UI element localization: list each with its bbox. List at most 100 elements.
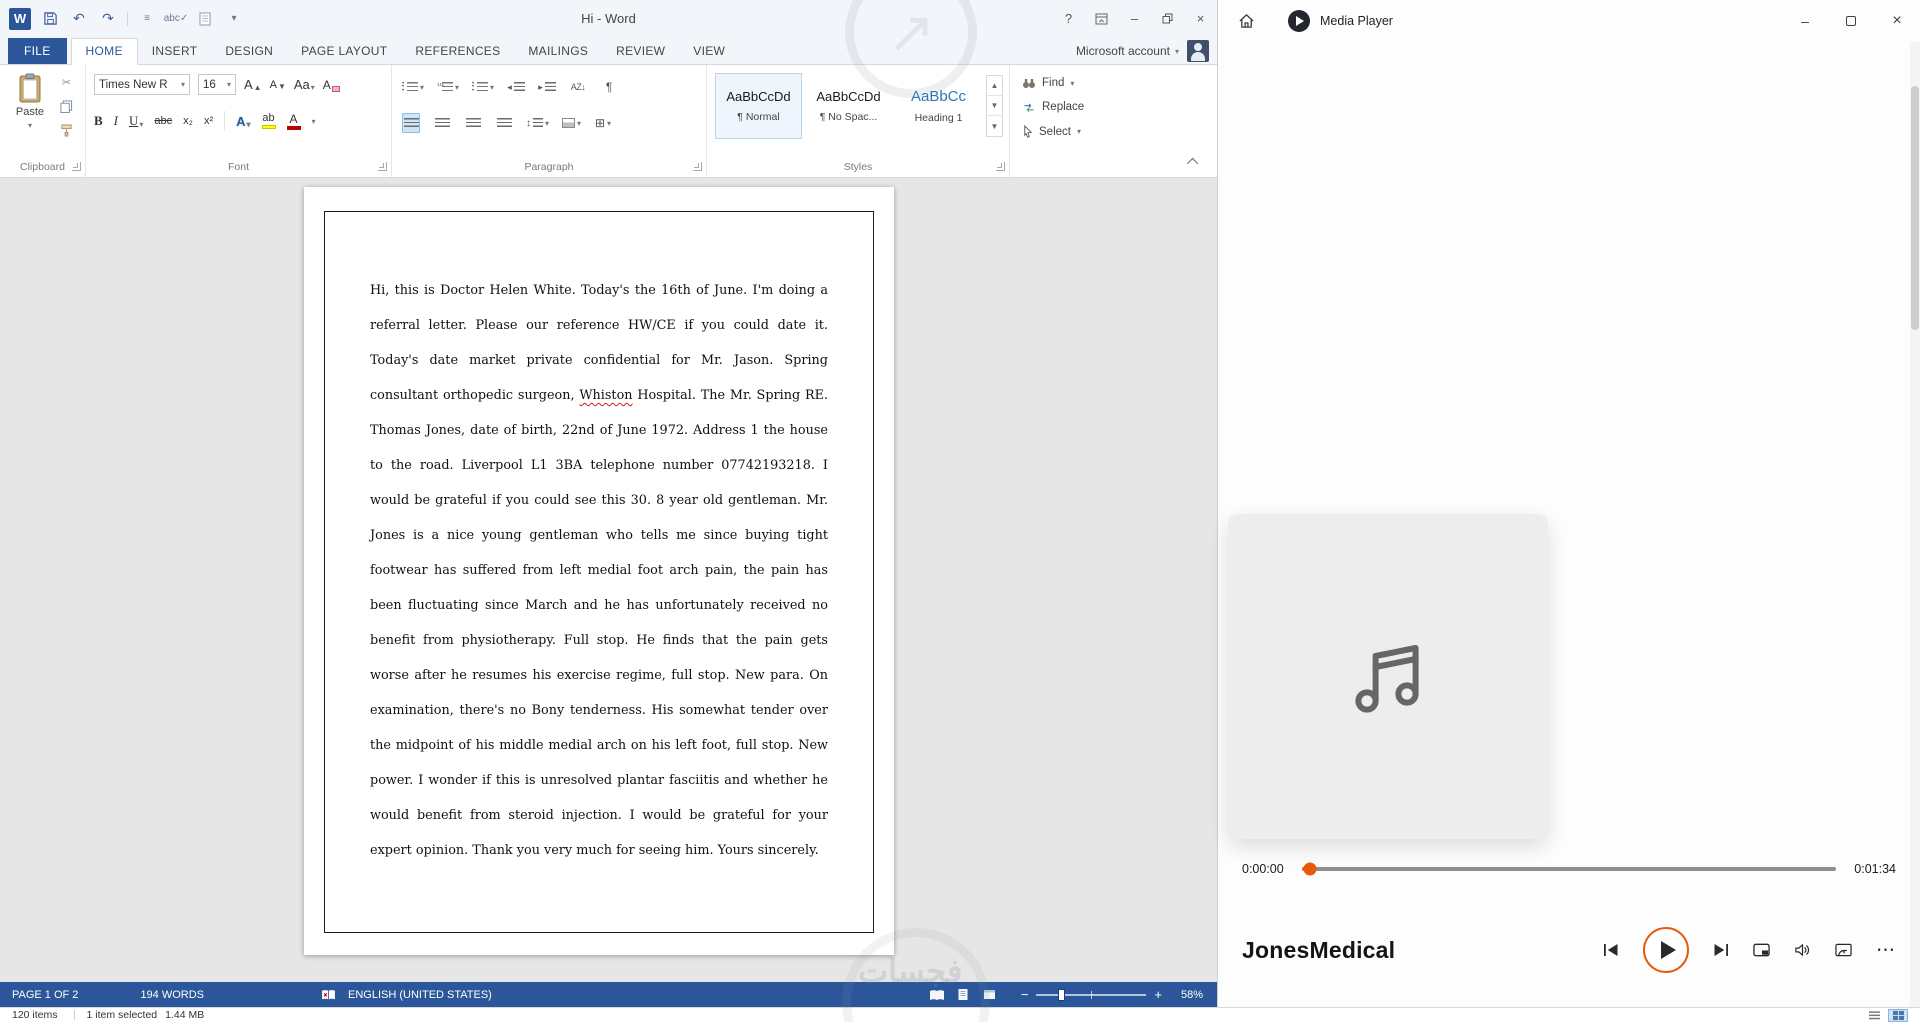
style-normal[interactable]: AaBbCcDd ¶ Normal bbox=[715, 73, 802, 139]
styles-scroll-down-icon[interactable]: ▼ bbox=[987, 96, 1002, 116]
tab-design[interactable]: DESIGN bbox=[211, 39, 287, 64]
close-icon[interactable]: × bbox=[1874, 0, 1920, 42]
font-size-select[interactable]: 16 ▾ bbox=[198, 74, 236, 95]
document-icon[interactable] bbox=[195, 9, 215, 29]
page-indicator[interactable]: PAGE 1 OF 2 bbox=[6, 989, 84, 1001]
dialog-launcher-icon[interactable] bbox=[378, 162, 387, 171]
undo-icon[interactable]: ↶ bbox=[69, 9, 89, 29]
borders-button[interactable]: ⊞ ▾ bbox=[594, 113, 612, 133]
maximize-icon[interactable] bbox=[1828, 0, 1874, 42]
tab-home[interactable]: HOME bbox=[70, 38, 138, 65]
shrink-font-button[interactable]: A ▼ bbox=[270, 79, 286, 91]
numbering-button[interactable]: ▾ bbox=[437, 77, 459, 97]
proofing-errors-icon[interactable] bbox=[315, 989, 342, 1001]
previous-track-icon[interactable] bbox=[1603, 943, 1619, 957]
bullet-list-icon[interactable]: ≡ bbox=[137, 9, 157, 29]
zoom-out-icon[interactable]: − bbox=[1021, 988, 1029, 1001]
justify-button[interactable] bbox=[495, 113, 513, 133]
style-no-spacing[interactable]: AaBbCcDd ¶ No Spac... bbox=[805, 73, 892, 139]
minimize-icon[interactable]: – bbox=[1782, 0, 1828, 42]
cast-icon[interactable] bbox=[1835, 943, 1852, 957]
seek-slider[interactable] bbox=[1302, 862, 1836, 876]
scrollbar[interactable] bbox=[1910, 42, 1920, 1007]
text-effects-button[interactable]: A ▾ bbox=[236, 114, 250, 129]
multilevel-list-button[interactable]: ▾ bbox=[472, 77, 494, 97]
word-app-icon[interactable]: W bbox=[9, 7, 31, 30]
play-button[interactable] bbox=[1643, 927, 1689, 973]
clear-formatting-button[interactable]: A bbox=[323, 78, 340, 92]
decrease-indent-button[interactable]: ◂ bbox=[507, 77, 525, 97]
details-view-icon[interactable] bbox=[1864, 1009, 1884, 1022]
bullets-button[interactable]: ▾ bbox=[402, 77, 424, 97]
line-spacing-button[interactable]: ↕ ▾ bbox=[526, 113, 549, 133]
styles-more-icon[interactable]: ▼ bbox=[987, 116, 1002, 136]
find-button[interactable]: Find ▾ bbox=[1022, 77, 1074, 89]
replace-button[interactable]: Replace bbox=[1022, 101, 1084, 113]
customize-toolbar-icon[interactable]: ▾ bbox=[224, 9, 244, 29]
select-button[interactable]: Select ▾ bbox=[1022, 125, 1081, 138]
minimize-icon[interactable]: – bbox=[1118, 0, 1151, 37]
document-text[interactable]: Hi, this is Doctor Helen White. Today's … bbox=[370, 273, 828, 868]
zoom-slider-thumb[interactable] bbox=[1058, 988, 1066, 1001]
microsoft-account-menu[interactable]: Microsoft account ▾ bbox=[1076, 44, 1179, 58]
align-center-button[interactable] bbox=[433, 113, 451, 133]
language-indicator[interactable]: ENGLISH (UNITED STATES) bbox=[342, 989, 498, 1001]
align-left-button[interactable] bbox=[402, 113, 420, 133]
restore-icon[interactable] bbox=[1151, 0, 1184, 37]
shading-button[interactable]: ▾ bbox=[562, 113, 581, 133]
tab-insert[interactable]: INSERT bbox=[138, 39, 212, 64]
cut-icon[interactable]: ✂ bbox=[58, 75, 75, 90]
align-right-button[interactable] bbox=[464, 113, 482, 133]
mini-player-icon[interactable] bbox=[1753, 943, 1770, 957]
paste-button[interactable]: Paste ▾ bbox=[6, 73, 54, 130]
bold-button[interactable]: B bbox=[94, 113, 103, 129]
home-icon[interactable] bbox=[1230, 6, 1262, 36]
print-layout-icon[interactable] bbox=[955, 988, 972, 1002]
zoom-level[interactable]: 58% bbox=[1171, 989, 1203, 1001]
dialog-launcher-icon[interactable] bbox=[693, 162, 702, 171]
sort-button[interactable]: AZ↓ bbox=[569, 77, 587, 97]
tab-mailings[interactable]: MAILINGS bbox=[514, 39, 602, 64]
change-case-button[interactable]: Aa ▾ bbox=[294, 77, 315, 92]
zoom-slider[interactable] bbox=[1036, 988, 1147, 1001]
more-options-icon[interactable]: ⋯ bbox=[1876, 939, 1896, 962]
ribbon-display-options-icon[interactable] bbox=[1085, 0, 1118, 37]
format-painter-icon[interactable] bbox=[58, 123, 75, 138]
dialog-launcher-icon[interactable] bbox=[996, 162, 1005, 171]
grow-font-button[interactable]: A ▲ bbox=[244, 77, 262, 92]
underline-button[interactable]: U ▾ bbox=[129, 113, 143, 129]
superscript-button[interactable]: x² bbox=[204, 115, 213, 127]
styles-scroll-up-icon[interactable]: ▲ bbox=[987, 76, 1002, 96]
avatar[interactable] bbox=[1187, 40, 1209, 62]
help-icon[interactable]: ? bbox=[1052, 0, 1085, 37]
increase-indent-button[interactable]: ▸ bbox=[538, 77, 556, 97]
collapse-ribbon-icon[interactable] bbox=[1185, 155, 1203, 170]
dialog-launcher-icon[interactable] bbox=[72, 162, 81, 171]
read-mode-icon[interactable] bbox=[929, 988, 946, 1002]
tab-view[interactable]: VIEW bbox=[679, 39, 739, 64]
web-layout-icon[interactable] bbox=[981, 988, 998, 1002]
scrollbar-thumb[interactable] bbox=[1911, 86, 1919, 330]
tab-review[interactable]: REVIEW bbox=[602, 39, 679, 64]
copy-icon[interactable] bbox=[58, 99, 75, 114]
seek-thumb[interactable] bbox=[1303, 862, 1317, 876]
style-heading-1[interactable]: AaBbCc Heading 1 bbox=[895, 73, 982, 139]
volume-icon[interactable] bbox=[1794, 943, 1811, 957]
close-icon[interactable]: × bbox=[1184, 0, 1217, 37]
save-icon[interactable] bbox=[40, 9, 60, 29]
font-color-button[interactable]: A bbox=[286, 113, 301, 130]
zoom-in-icon[interactable]: + bbox=[1154, 988, 1162, 1001]
tab-file[interactable]: FILE bbox=[8, 38, 67, 64]
spelling-check-icon[interactable]: abc✓ bbox=[164, 9, 189, 29]
highlight-color-button[interactable]: ab bbox=[261, 113, 276, 129]
tab-page-layout[interactable]: PAGE LAYOUT bbox=[287, 39, 401, 64]
next-track-icon[interactable] bbox=[1713, 943, 1729, 957]
word-count[interactable]: 194 WORDS bbox=[134, 989, 210, 1001]
italic-button[interactable]: I bbox=[114, 113, 118, 129]
subscript-button[interactable]: x₂ bbox=[183, 115, 193, 127]
font-name-select[interactable]: Times New R ▾ bbox=[94, 74, 190, 95]
show-formatting-marks-button[interactable]: ¶ bbox=[600, 77, 618, 97]
tab-references[interactable]: REFERENCES bbox=[401, 39, 514, 64]
redo-icon[interactable]: ↷ bbox=[98, 9, 118, 29]
large-icons-view-icon[interactable] bbox=[1888, 1008, 1908, 1022]
